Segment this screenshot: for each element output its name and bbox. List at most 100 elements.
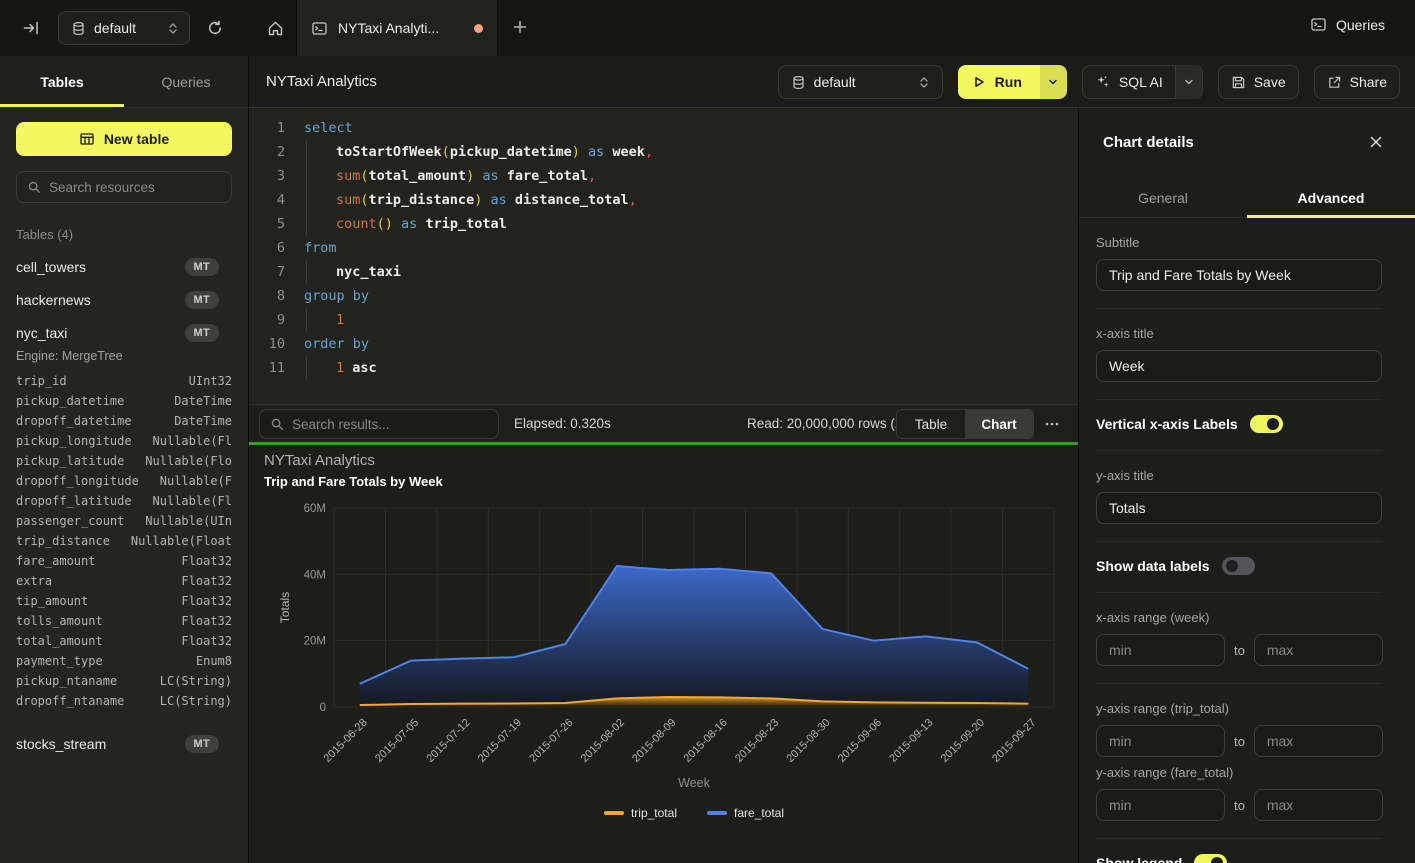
column-row: dropoff_latitudeNullable(Fl [0,491,248,511]
table-name: stocks_stream [16,736,185,752]
editor-line[interactable]: 7nyc_taxi [249,260,1078,284]
unsaved-dot [474,24,483,33]
view-tab-table[interactable]: Table [897,410,965,438]
new-tab-plus-icon[interactable] [511,18,529,36]
column-row: trip_distanceNullable(Float [0,531,248,551]
legend-label: trip_total [631,806,677,820]
editor-line[interactable]: 111 asc [249,356,1078,380]
to-label: to [1234,734,1245,749]
query-title: NYTaxi Analytics [266,73,377,90]
line-number: 11 [249,356,285,380]
column-row: tip_amountFloat32 [0,591,248,611]
sql-ai-caret[interactable] [1175,65,1202,99]
divider [1096,683,1382,684]
line-number: 3 [249,164,285,188]
svg-text:2015-09-06: 2015-09-06 [836,717,884,765]
show-data-labels-label: Show data labels [1096,558,1210,574]
subtitle-input[interactable] [1096,259,1382,291]
yaxis-range-trip-max-input[interactable] [1254,725,1383,757]
database-selector-value: default [94,20,159,36]
svg-text:60M: 60M [304,503,326,515]
table-row[interactable]: stocks_streamMT [0,727,248,760]
tab-strip: NYTaxi Analyti... Queries [249,0,1415,56]
editor-line[interactable]: 4sum(trip_distance) as distance_total, [249,188,1078,212]
tab-advanced[interactable]: Advanced [1247,178,1415,217]
results-search-input[interactable] [292,417,488,432]
column-row: pickup_latitudeNullable(Flo [0,451,248,471]
show-legend-toggle[interactable] [1194,854,1227,863]
collapse-sidebar-icon[interactable] [22,19,40,37]
column-row: extraFloat32 [0,571,248,591]
sql-editor[interactable]: 1select2toStartOfWeek(pickup_datetime) a… [249,108,1078,404]
table-row[interactable]: hackernewsMT [0,283,248,316]
line-number: 4 [249,188,285,212]
panel-title: Chart details [1103,134,1194,151]
topbar-database-selector[interactable]: default [58,11,190,45]
legend-item-trip_total[interactable]: trip_total [604,806,677,820]
legend-item-fare_total[interactable]: fare_total [707,806,784,820]
play-icon [972,75,986,89]
query-tab-title: NYTaxi Analyti... [338,20,464,36]
run-options-caret[interactable] [1040,65,1067,99]
yaxis-title-input[interactable] [1096,492,1382,524]
line-number: 8 [249,284,285,308]
column-row: passenger_countNullable(UIn [0,511,248,531]
editor-line[interactable]: 5count() as trip_total [249,212,1078,236]
toolbar-database-selector[interactable]: default [778,65,943,99]
column-row: tolls_amountFloat32 [0,611,248,631]
area-chart: 020M40M60M2015-06-282015-07-052015-07-12… [249,445,1078,863]
editor-line[interactable]: 1select [249,116,1078,140]
table-row[interactable]: nyc_taxiMT [0,316,248,349]
table-row[interactable]: cell_towersMT [0,250,248,283]
query-tab[interactable]: NYTaxi Analyti... [296,0,498,56]
editor-line[interactable]: 8group by [249,284,1078,308]
yaxis-range-trip-min-input[interactable] [1096,725,1225,757]
editor-line[interactable]: 91 [249,308,1078,332]
elapsed-stat: Elapsed: 0.320s [514,416,611,431]
xaxis-range-max-input[interactable] [1254,634,1383,666]
editor-line[interactable]: 10order by [249,332,1078,356]
sidebar-search[interactable] [16,171,232,203]
close-icon[interactable] [1369,135,1383,149]
updown-chevrons-icon [167,22,179,35]
editor-line[interactable]: 3sum(total_amount) as fare_total, [249,164,1078,188]
editor-line[interactable]: 2toStartOfWeek(pickup_datetime) as week, [249,140,1078,164]
tab-general[interactable]: General [1079,178,1247,217]
toolbar-database-value: default [814,74,910,90]
run-button-label: Run [995,74,1022,90]
sparkles-icon [1095,74,1111,90]
refresh-icon[interactable] [206,19,224,37]
xaxis-title-input[interactable] [1096,350,1382,382]
panel-tabs: General Advanced [1079,178,1415,218]
vertical-labels-toggle[interactable] [1250,415,1283,433]
yaxis-range-fare-max-input[interactable] [1254,789,1383,821]
save-button[interactable]: Save [1218,65,1299,99]
svg-text:Totals: Totals [278,592,292,623]
more-options-icon[interactable] [1044,417,1060,431]
new-table-button[interactable]: New table [16,122,232,156]
xaxis-range-min-input[interactable] [1096,634,1225,666]
sidebar-tab-tables[interactable]: Tables [0,56,124,107]
sql-ai-button[interactable]: SQL AI [1082,65,1203,99]
xaxis-title-label: x-axis title [1096,326,1382,341]
view-tab-chart[interactable]: Chart [965,410,1033,438]
show-legend-label: Show legend [1096,855,1182,863]
queries-button[interactable]: Queries [1310,16,1385,33]
sidebar-search-input[interactable] [49,180,221,195]
editor-line[interactable]: 6from [249,236,1078,260]
yaxis-range-trip-label: y-axis range (trip_total) [1096,701,1382,716]
sidebar-tab-queries[interactable]: Queries [124,56,248,107]
divider [1096,399,1382,400]
line-number: 9 [249,308,285,332]
yaxis-range-fare-min-input[interactable] [1096,789,1225,821]
results-search[interactable] [259,409,499,439]
show-data-labels-toggle[interactable] [1222,557,1255,575]
svg-text:0: 0 [320,702,326,714]
engine-badge: MT [185,324,219,342]
svg-text:2015-09-27: 2015-09-27 [990,717,1038,765]
run-button[interactable]: Run [958,65,1067,99]
share-button[interactable]: Share [1314,65,1400,99]
svg-text:2015-09-13: 2015-09-13 [887,717,935,765]
home-button[interactable] [255,0,295,56]
sidebar: New table Tables (4) cell_towersMThacker… [0,108,249,863]
